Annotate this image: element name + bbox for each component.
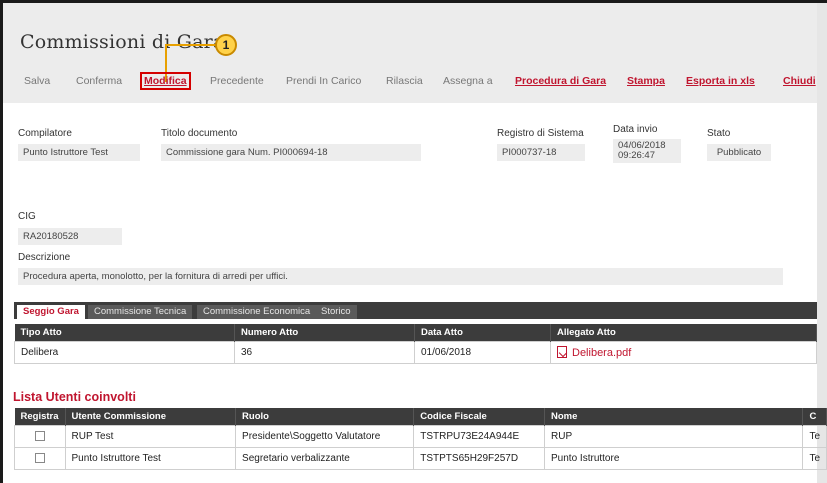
tab-commissione-tecnica[interactable]: Commissione Tecnica	[88, 305, 193, 319]
compilatore-field: Punto Istruttore Test	[18, 144, 140, 161]
registra-checkbox[interactable]	[34, 430, 45, 441]
callout-badge: 1	[215, 34, 237, 56]
export-xls-link[interactable]: Esporta in xls	[686, 75, 755, 87]
table-row: RUP Test Presidente\Soggetto Valutatore …	[14, 424, 827, 448]
procedure-link[interactable]: Procedura di Gara	[515, 75, 606, 87]
data-atto-cell: 01/06/2018	[414, 340, 551, 364]
column-header: Ruolo	[235, 408, 415, 425]
extra-cell: Te	[802, 424, 827, 448]
titolo-field: Commissione gara Num. PI000694-18	[161, 144, 421, 161]
application-window: Commissioni di Gara 1 Salva Conferma Mod…	[0, 0, 827, 483]
registro-field: PI000737-18	[497, 144, 585, 161]
registra-cell	[14, 424, 66, 448]
column-header: Nome	[544, 408, 804, 425]
ruolo-cell: Segretario verbalizzante	[235, 446, 415, 470]
registra-checkbox[interactable]	[34, 452, 45, 463]
assign-button[interactable]: Assegna a	[443, 75, 493, 87]
data-invio-label: Data invio	[613, 124, 658, 135]
descrizione-field: Procedura aperta, monolotto, per la forn…	[18, 268, 783, 285]
utente-cell: Punto Istruttore Test	[64, 446, 237, 470]
atto-table-header: Tipo Atto Numero Atto Data Atto Allegato…	[14, 324, 817, 341]
release-button[interactable]: Rilascia	[386, 75, 423, 87]
numero-atto-cell: 36	[234, 340, 415, 364]
cig-label: CIG	[18, 211, 36, 222]
column-header: Data Atto	[414, 324, 551, 341]
descrizione-label: Descrizione	[18, 252, 71, 263]
close-link[interactable]: Chiudi	[783, 75, 816, 87]
nome-cell: RUP	[544, 424, 804, 448]
column-header: Tipo Atto	[14, 324, 235, 341]
ruolo-cell: Presidente\Soggetto Valutatore	[235, 424, 415, 448]
column-header: C	[802, 408, 827, 425]
attachment-link[interactable]: Delibera.pdf	[572, 347, 631, 359]
registra-cell	[14, 446, 66, 470]
atto-table: Tipo Atto Numero Atto Data Atto Allegato…	[14, 324, 817, 364]
data-invio-time: 09:26:47	[618, 150, 655, 161]
callout-connector-horizontal	[165, 44, 221, 46]
nome-cell: Punto Istruttore	[544, 446, 804, 470]
save-button[interactable]: Salva	[24, 75, 50, 87]
allegato-atto-cell: Delibera.pdf	[550, 340, 817, 364]
table-row: Punto Istruttore Test Segretario verbali…	[14, 446, 827, 470]
tab-bar: Seggio Gara Commissione Tecnica Commissi…	[14, 302, 817, 319]
column-header: Allegato Atto	[550, 324, 817, 341]
users-table-header: Registra Utente Commissione Ruolo Codice…	[14, 408, 827, 425]
column-header: Utente Commissione	[65, 408, 237, 425]
users-table: Registra Utente Commissione Ruolo Codice…	[14, 408, 827, 470]
page-title: Commissioni di Gara	[20, 31, 225, 53]
column-header: Numero Atto	[234, 324, 415, 341]
take-charge-button[interactable]: Prendi In Carico	[286, 75, 361, 87]
tab-storico[interactable]: Storico	[315, 305, 357, 319]
tab-commissione-economica[interactable]: Commissione Economica	[197, 305, 317, 319]
registro-label: Registro di Sistema	[497, 128, 584, 139]
column-header: Registra	[14, 408, 66, 425]
column-header: Codice Fiscale	[413, 408, 546, 425]
modify-button[interactable]: Modifica	[140, 72, 191, 90]
cig-field: RA20180528	[18, 228, 122, 245]
table-row: Delibera 36 01/06/2018 Delibera.pdf	[14, 340, 817, 364]
stato-label: Stato	[707, 128, 731, 139]
utente-cell: RUP Test	[64, 424, 237, 448]
confirm-button[interactable]: Conferma	[76, 75, 122, 87]
extra-cell: Te	[802, 446, 827, 470]
codice-fiscale-cell: TSTRPU73E24A944E	[413, 424, 546, 448]
previous-button[interactable]: Precedente	[210, 75, 264, 87]
compilatore-label: Compilatore	[18, 128, 72, 139]
codice-fiscale-cell: TSTPTS65H29F257D	[413, 446, 546, 470]
data-invio-field: 04/06/2018 09:26:47	[613, 139, 681, 163]
pdf-icon	[557, 345, 567, 358]
stato-field: Pubblicato	[707, 144, 771, 161]
users-section-title: Lista Utenti coinvolti	[13, 390, 136, 404]
tab-seggio-gara[interactable]: Seggio Gara	[17, 305, 85, 319]
tipo-atto-cell: Delibera	[14, 340, 235, 364]
titolo-label: Titolo documento	[161, 128, 238, 139]
toolbar: Salva Conferma Modifica Precedente Prend…	[3, 72, 817, 93]
page-header: Commissioni di Gara 1 Salva Conferma Mod…	[3, 3, 817, 103]
print-link[interactable]: Stampa	[627, 75, 665, 87]
